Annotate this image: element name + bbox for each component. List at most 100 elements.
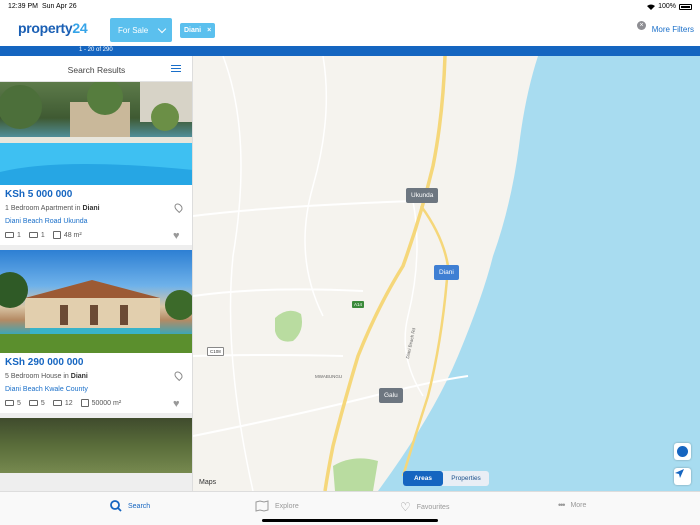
listing-card[interactable]: KSh 290 000 000 5 Bedroom House in Diani…	[0, 250, 192, 413]
results-title: Search Results	[67, 65, 126, 75]
listing-location[interactable]: Diani Beach Road Ukunda	[5, 218, 88, 225]
chip-close-icon[interactable]: ×	[207, 27, 211, 34]
park-area	[275, 310, 302, 342]
map-pin-icon[interactable]	[172, 369, 185, 382]
bedrooms: 1	[5, 232, 21, 239]
pool-photo-art	[0, 82, 192, 185]
toggle-areas[interactable]: Areas	[403, 471, 443, 486]
floor-size: 48 m²	[52, 231, 82, 239]
bathrooms: 5	[28, 399, 45, 407]
bed-icon	[5, 400, 14, 406]
listing-details: KSh 5 000 000 1 Bedroom Apartment in Dia…	[0, 185, 192, 245]
bathrooms-count: 5	[40, 399, 45, 407]
floor-size-icon	[52, 231, 61, 239]
listing-price: KSh 5 000 000	[5, 189, 73, 200]
listing-price: KSh 290 000 000	[5, 357, 84, 368]
sea-area	[378, 56, 700, 491]
results-count: 1 - 20 of 290	[79, 47, 113, 53]
garages: 12	[52, 399, 73, 407]
listing-description: 1 Bedroom Apartment in Diani	[5, 205, 100, 212]
listing-photo[interactable]	[0, 418, 192, 473]
globe-map-type-button[interactable]	[674, 443, 691, 460]
road-shield-c108: C108	[207, 347, 224, 356]
map-pin-icon[interactable]	[172, 201, 185, 214]
bedrooms-count: 5	[17, 399, 21, 407]
more-icon: •••	[558, 500, 566, 510]
status-right: 100%	[647, 3, 692, 10]
chevron-down-icon	[157, 24, 167, 34]
car-icon	[52, 400, 62, 406]
favourite-heart-icon[interactable]: ♥	[173, 399, 184, 410]
tab-favourites-label: Favourites	[416, 503, 450, 511]
bathrooms-count: 1	[40, 231, 45, 239]
floor-size-value: 50000 m²	[91, 399, 122, 407]
bath-icon	[28, 400, 38, 406]
logo-number: 24	[72, 20, 88, 36]
listing-features: 1 1 48 m²	[5, 231, 82, 239]
floor-size-icon	[80, 399, 89, 407]
tab-more[interactable]: ••• More	[558, 500, 586, 510]
villa-photo-art	[0, 272, 192, 353]
map-marker-ukunda[interactable]: Ukunda	[406, 188, 439, 203]
listing-card[interactable]: KSh 5 000 000 1 Bedroom Apartment in Dia…	[0, 82, 192, 245]
tab-search-label: Search	[128, 502, 151, 510]
toggle-properties[interactable]: Properties	[443, 471, 489, 486]
search-icon	[110, 500, 122, 512]
bath-icon	[28, 232, 38, 238]
globe-icon	[677, 446, 688, 457]
tab-more-label: More	[570, 501, 587, 509]
map-marker-galu[interactable]: Galu	[379, 388, 403, 403]
tab-search[interactable]: Search	[110, 500, 150, 512]
chip-label: Diani	[184, 27, 202, 34]
garages-count: 12	[64, 399, 73, 407]
results-count-bar: 1 - 20 of 290	[0, 46, 700, 56]
logo-text: property	[18, 20, 73, 36]
areas-properties-toggle[interactable]: Areas Properties	[403, 471, 489, 486]
floor-size-value: 48 m²	[63, 231, 82, 239]
apple-maps-attribution: Maps	[199, 479, 216, 486]
results-header: Search Results	[0, 56, 192, 82]
home-indicator	[262, 519, 438, 522]
bedrooms: 5	[5, 400, 21, 407]
tab-favourites[interactable]: ♡ Favourites	[400, 500, 449, 514]
listing-photo[interactable]	[0, 82, 192, 185]
listing-desc-town: Diani	[82, 205, 100, 212]
battery-percent: 100%	[658, 3, 676, 10]
listing-desc-town: Diani	[70, 373, 88, 380]
more-filters-button[interactable]: More Filters	[652, 25, 694, 34]
bedrooms-count: 1	[17, 231, 21, 239]
favourite-heart-icon[interactable]: ♥	[173, 231, 184, 242]
listing-type-dropdown[interactable]: For Sale	[110, 18, 172, 42]
property24-logo[interactable]: property24	[18, 20, 88, 36]
road-shield-a14: A14	[352, 301, 365, 308]
locate-me-button[interactable]	[674, 468, 691, 485]
clear-search-icon[interactable]: ×	[637, 21, 646, 30]
listing-desc-text: 5 Bedroom House in	[5, 373, 71, 380]
listing-desc-text: 1 Bedroom Apartment in	[5, 205, 83, 212]
listing-photo[interactable]	[0, 250, 192, 353]
tab-explore[interactable]: Explore	[255, 500, 299, 512]
tab-explore-label: Explore	[275, 502, 299, 510]
bathrooms: 1	[28, 231, 45, 239]
wifi-icon	[647, 4, 656, 10]
floor-size: 50000 m²	[80, 399, 122, 407]
top-bar: property24 For Sale Diani × × More Filte…	[0, 14, 700, 46]
bed-icon	[5, 232, 14, 238]
sort-menu-icon[interactable]	[171, 65, 181, 74]
battery-icon	[679, 3, 692, 10]
place-label-mwabungu: MWABUNGU	[315, 374, 343, 379]
status-bar: 12:39 PM Sun Apr 26 100%	[0, 0, 700, 14]
results-list-panel[interactable]: Search Results KSh 5 000 000 1 Bedroom A…	[0, 56, 193, 491]
listing-details: KSh 290 000 000 5 Bedroom House in Diani…	[0, 353, 192, 413]
map-view[interactable]: Ukunda Diani Galu MWABUNGU Diani Beach R…	[193, 56, 700, 491]
location-filter-chip[interactable]: Diani ×	[180, 23, 216, 38]
listing-location[interactable]: Diani Beach Kwale County	[5, 386, 88, 393]
listing-card[interactable]	[0, 418, 192, 473]
status-date: Sun Apr 26	[42, 3, 77, 10]
bottom-tab-bar: Search Explore ♡ Favourites ••• More	[0, 491, 700, 525]
location-arrow-icon	[675, 469, 684, 478]
maps-attribution-text: Maps	[199, 479, 217, 486]
map-icon	[255, 500, 269, 512]
map-marker-diani[interactable]: Diani	[434, 265, 459, 280]
listing-type-label: For Sale	[118, 25, 149, 35]
